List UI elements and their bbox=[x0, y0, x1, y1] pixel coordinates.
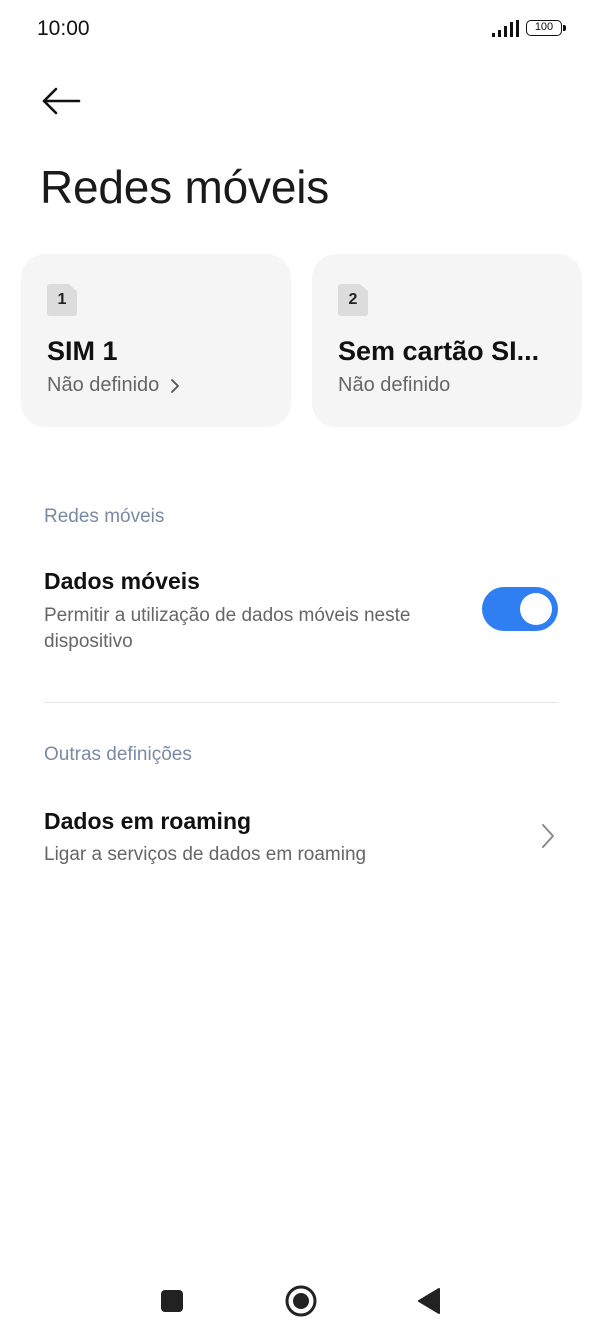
sim-status: Não definido bbox=[338, 374, 450, 397]
sim-status-text: Não definido bbox=[47, 374, 160, 396]
roaming-title: Dados em roaming bbox=[44, 808, 252, 834]
circle-icon bbox=[285, 1285, 317, 1317]
arrow-left-icon bbox=[42, 87, 81, 115]
roaming-row[interactable]: Dados em roaming Ligar a serviços de dad… bbox=[0, 798, 602, 878]
sim-card-icon: 2 bbox=[338, 284, 368, 316]
section-header-mobile-networks: Redes móveis bbox=[44, 506, 165, 527]
triangle-back-icon bbox=[418, 1288, 440, 1314]
home-button[interactable] bbox=[283, 1283, 319, 1319]
sim-card-1[interactable]: 1 SIM 1 Não definido bbox=[21, 254, 291, 427]
battery-level: 100 bbox=[526, 20, 562, 36]
signal-icon bbox=[492, 20, 519, 37]
battery-icon: 100 bbox=[526, 20, 568, 38]
navigation-bar bbox=[0, 1270, 602, 1330]
recents-button[interactable] bbox=[154, 1283, 190, 1319]
roaming-subtitle: Ligar a serviços de dados em roaming bbox=[44, 844, 367, 865]
mobile-data-subtitle: Permitir a utilização de dados móveis ne… bbox=[44, 605, 411, 652]
page-title: Redes móveis bbox=[40, 161, 330, 213]
back-button[interactable] bbox=[36, 80, 88, 124]
sim-card-icon: 1 bbox=[47, 284, 77, 316]
sim-status: Não definido bbox=[47, 374, 183, 397]
sim-name: Sem cartão SI... bbox=[338, 336, 540, 366]
sim-status-text: Não definido bbox=[338, 374, 451, 396]
back-nav-button[interactable] bbox=[412, 1283, 448, 1319]
chevron-right-icon bbox=[542, 824, 554, 848]
status-time: 10:00 bbox=[37, 17, 90, 40]
chevron-right-icon bbox=[170, 378, 179, 393]
mobile-data-toggle[interactable] bbox=[482, 587, 558, 631]
status-bar: 10:00 100 bbox=[0, 0, 602, 60]
section-header-other-settings: Outras definições bbox=[44, 744, 192, 765]
square-icon bbox=[161, 1290, 183, 1312]
mobile-data-title: Dados móveis bbox=[44, 568, 200, 594]
mobile-data-row[interactable]: Dados móveis Permitir a utilização de da… bbox=[0, 560, 602, 670]
sim-card-2[interactable]: 2 Sem cartão SI... Não definido bbox=[312, 254, 582, 427]
toggle-knob bbox=[520, 593, 552, 625]
sim-name: SIM 1 bbox=[47, 336, 118, 366]
divider bbox=[44, 702, 558, 703]
